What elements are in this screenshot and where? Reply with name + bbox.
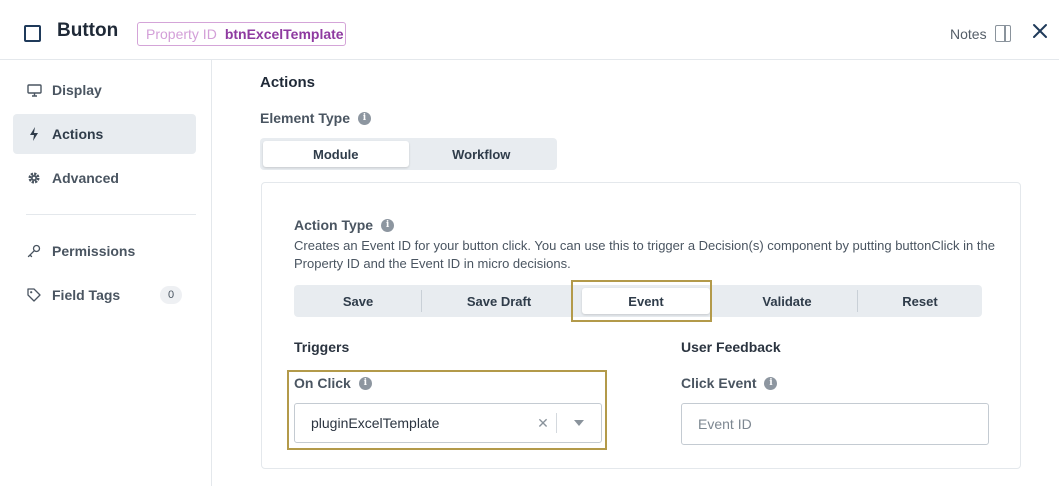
on-click-highlight-box [287,370,607,450]
sidebar-item-field-tags[interactable]: Field Tags 0 [13,275,196,315]
sidebar-item-label: Advanced [52,170,119,186]
info-icon[interactable]: i [358,111,371,125]
info-icon[interactable]: i [381,218,395,232]
property-id-badge[interactable]: Property ID btnExcelTemplate [137,22,346,46]
close-icon[interactable] [1030,21,1050,43]
action-type-description: Creates an Event ID for your button clic… [294,238,995,271]
action-reset-button[interactable]: Reset [858,285,982,317]
element-type-workflow-button[interactable]: Workflow [409,141,555,167]
user-feedback-title: User Feedback [681,339,781,355]
section-title: Actions [260,74,316,91]
sidebar-panel-icon [994,25,1011,42]
notes-button[interactable]: Notes [950,25,1011,42]
bolt-icon [26,127,42,141]
info-icon[interactable]: i [764,376,778,390]
sidebar-item-label: Permissions [52,243,136,259]
element-type-label: Element Type i [260,110,371,126]
sidebar-item-actions[interactable]: Actions [13,114,196,154]
property-id-value: btnExcelTemplate [224,26,344,42]
tag-icon [26,288,42,302]
sidebar: Display Actions Advanced Permissions Fie… [0,60,212,486]
triggers-title: Triggers [294,339,350,355]
action-validate-button[interactable]: Validate [716,285,858,317]
click-event-label: Click Event i [681,375,778,391]
gear-icon [26,171,42,185]
panel-header: Button Property ID btnExcelTemplate Note… [0,0,1059,60]
element-type-module-button[interactable]: Module [263,141,409,167]
action-type-label-text: Action Type [294,217,374,233]
notes-label: Notes [950,25,987,42]
action-settings-card: Action Type i Creates an Event ID for yo… [261,182,1021,469]
sidebar-divider [26,214,196,215]
sidebar-item-display[interactable]: Display [13,70,196,110]
page-title: Button [57,20,119,41]
main-content: Actions Element Type i Module Workflow A… [212,60,1059,486]
key-icon [26,244,42,258]
field-tags-count-badge: 0 [160,286,182,304]
sidebar-item-advanced[interactable]: Advanced [13,158,196,198]
action-type-label: Action Type i [294,217,395,233]
sidebar-item-permissions[interactable]: Permissions [13,231,196,271]
event-highlight-box [571,280,712,322]
sidebar-item-label: Field Tags [52,287,121,303]
element-type-toggle: Module Workflow [260,138,557,170]
click-event-input[interactable] [681,403,989,445]
sidebar-item-label: Actions [52,126,104,142]
property-id-label: Property ID [146,26,217,42]
select-checkbox[interactable] [24,25,41,42]
sidebar-item-label: Display [52,82,102,98]
action-save-button[interactable]: Save [294,285,422,317]
monitor-icon [26,83,42,97]
element-type-label-text: Element Type [260,110,350,126]
click-event-label-text: Click Event [681,375,757,391]
action-save-draft-button[interactable]: Save Draft [422,285,576,317]
